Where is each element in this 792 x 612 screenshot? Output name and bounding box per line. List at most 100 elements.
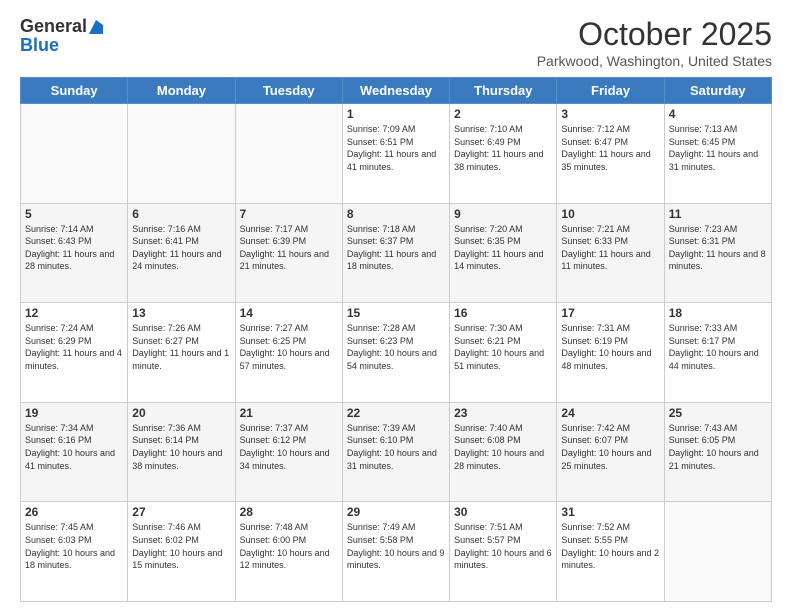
table-row: 15Sunrise: 7:28 AMSunset: 6:23 PMDayligh… bbox=[342, 303, 449, 403]
table-row bbox=[21, 104, 128, 204]
col-tuesday: Tuesday bbox=[235, 78, 342, 104]
day-info-line: Sunset: 6:08 PM bbox=[454, 434, 552, 447]
day-info: Sunrise: 7:12 AMSunset: 6:47 PMDaylight:… bbox=[561, 123, 659, 173]
day-number: 30 bbox=[454, 505, 552, 519]
day-number: 18 bbox=[669, 306, 767, 320]
day-number: 17 bbox=[561, 306, 659, 320]
day-info: Sunrise: 7:40 AMSunset: 6:08 PMDaylight:… bbox=[454, 422, 552, 472]
header-row: Sunday Monday Tuesday Wednesday Thursday… bbox=[21, 78, 772, 104]
day-info-line: Daylight: 10 hours and 41 minutes. bbox=[25, 447, 123, 472]
day-info: Sunrise: 7:09 AMSunset: 6:51 PMDaylight:… bbox=[347, 123, 445, 173]
day-info-line: Sunset: 6:33 PM bbox=[561, 235, 659, 248]
day-info-line: Sunrise: 7:34 AM bbox=[25, 422, 123, 435]
day-info-line: Sunrise: 7:26 AM bbox=[132, 322, 230, 335]
day-info-line: Daylight: 11 hours and 24 minutes. bbox=[132, 248, 230, 273]
day-info: Sunrise: 7:26 AMSunset: 6:27 PMDaylight:… bbox=[132, 322, 230, 372]
table-row: 3 Sunrise: 7:12 AMSunset: 6:47 PMDaylight… bbox=[557, 104, 664, 204]
day-info-line: Sunset: 6:00 PM bbox=[240, 534, 338, 547]
page: General Blue October 2025 Parkwood, Wash… bbox=[0, 0, 792, 612]
day-number: 20 bbox=[132, 406, 230, 420]
day-info: Sunrise: 7:42 AMSunset: 6:07 PMDaylight:… bbox=[561, 422, 659, 472]
day-info-line: Sunset: 6:12 PM bbox=[240, 434, 338, 447]
logo-general-text: General bbox=[20, 16, 87, 37]
day-info-line: Sunset: 6:39 PM bbox=[240, 235, 338, 248]
day-info-line: Sunset: 6:05 PM bbox=[669, 434, 767, 447]
day-info-line: Daylight: 10 hours and 31 minutes. bbox=[347, 447, 445, 472]
day-info: Sunrise: 7:37 AMSunset: 6:12 PMDaylight:… bbox=[240, 422, 338, 472]
calendar-week-1: 1 Sunrise: 7:09 AMSunset: 6:51 PMDaylight… bbox=[21, 104, 772, 204]
col-sunday: Sunday bbox=[21, 78, 128, 104]
day-number: 8 bbox=[347, 207, 445, 221]
table-row: 9Sunrise: 7:20 AMSunset: 6:35 PMDaylight… bbox=[450, 203, 557, 303]
day-info: Sunrise: 7:36 AMSunset: 6:14 PMDaylight:… bbox=[132, 422, 230, 472]
day-info-line: Sunrise: 7:24 AM bbox=[25, 322, 123, 335]
title-area: October 2025 Parkwood, Washington, Unite… bbox=[537, 16, 772, 69]
day-info: Sunrise: 7:39 AMSunset: 6:10 PMDaylight:… bbox=[347, 422, 445, 472]
day-info-line: Sunset: 6:03 PM bbox=[25, 534, 123, 547]
day-info: Sunrise: 7:21 AMSunset: 6:33 PMDaylight:… bbox=[561, 223, 659, 273]
calendar-week-5: 26Sunrise: 7:45 AMSunset: 6:03 PMDayligh… bbox=[21, 502, 772, 602]
day-info-line: Sunrise: 7:33 AM bbox=[669, 322, 767, 335]
day-number: 1 bbox=[347, 107, 445, 121]
day-info: Sunrise: 7:27 AMSunset: 6:25 PMDaylight:… bbox=[240, 322, 338, 372]
day-info-line: Sunrise: 7:51 AM bbox=[454, 521, 552, 534]
col-monday: Monday bbox=[128, 78, 235, 104]
day-info-line: Daylight: 11 hours and 35 minutes. bbox=[561, 148, 659, 173]
day-number: 11 bbox=[669, 207, 767, 221]
day-info: Sunrise: 7:23 AMSunset: 6:31 PMDaylight:… bbox=[669, 223, 767, 273]
day-info-line: Daylight: 10 hours and 18 minutes. bbox=[25, 547, 123, 572]
day-info-line: Daylight: 11 hours and 14 minutes. bbox=[454, 248, 552, 273]
day-info-line: Daylight: 10 hours and 38 minutes. bbox=[132, 447, 230, 472]
day-info-line: Sunset: 6:47 PM bbox=[561, 136, 659, 149]
day-number: 2 bbox=[454, 107, 552, 121]
day-info-line: Sunset: 6:41 PM bbox=[132, 235, 230, 248]
table-row bbox=[128, 104, 235, 204]
day-info-line: Sunrise: 7:49 AM bbox=[347, 521, 445, 534]
day-number: 12 bbox=[25, 306, 123, 320]
day-info-line: Daylight: 10 hours and 51 minutes. bbox=[454, 347, 552, 372]
table-row: 23Sunrise: 7:40 AMSunset: 6:08 PMDayligh… bbox=[450, 402, 557, 502]
day-info: Sunrise: 7:30 AMSunset: 6:21 PMDaylight:… bbox=[454, 322, 552, 372]
table-row: 26Sunrise: 7:45 AMSunset: 6:03 PMDayligh… bbox=[21, 502, 128, 602]
day-info: Sunrise: 7:52 AMSunset: 5:55 PMDaylight:… bbox=[561, 521, 659, 571]
day-info-line: Sunset: 6:02 PM bbox=[132, 534, 230, 547]
day-number: 13 bbox=[132, 306, 230, 320]
day-info-line: Sunset: 6:16 PM bbox=[25, 434, 123, 447]
day-info-line: Sunrise: 7:09 AM bbox=[347, 123, 445, 136]
day-info-line: Sunrise: 7:10 AM bbox=[454, 123, 552, 136]
day-info: Sunrise: 7:18 AMSunset: 6:37 PMDaylight:… bbox=[347, 223, 445, 273]
table-row: 25Sunrise: 7:43 AMSunset: 6:05 PMDayligh… bbox=[664, 402, 771, 502]
day-info-line: Sunset: 6:25 PM bbox=[240, 335, 338, 348]
table-row: 27Sunrise: 7:46 AMSunset: 6:02 PMDayligh… bbox=[128, 502, 235, 602]
header: General Blue October 2025 Parkwood, Wash… bbox=[20, 16, 772, 69]
calendar-table: Sunday Monday Tuesday Wednesday Thursday… bbox=[20, 77, 772, 602]
day-info-line: Daylight: 11 hours and 41 minutes. bbox=[347, 148, 445, 173]
table-row: 7Sunrise: 7:17 AMSunset: 6:39 PMDaylight… bbox=[235, 203, 342, 303]
day-info-line: Sunrise: 7:52 AM bbox=[561, 521, 659, 534]
day-number: 27 bbox=[132, 505, 230, 519]
table-row bbox=[664, 502, 771, 602]
day-info-line: Daylight: 10 hours and 44 minutes. bbox=[669, 347, 767, 372]
day-info-line: Sunrise: 7:23 AM bbox=[669, 223, 767, 236]
day-number: 16 bbox=[454, 306, 552, 320]
day-info: Sunrise: 7:16 AMSunset: 6:41 PMDaylight:… bbox=[132, 223, 230, 273]
table-row: 28Sunrise: 7:48 AMSunset: 6:00 PMDayligh… bbox=[235, 502, 342, 602]
day-info: Sunrise: 7:48 AMSunset: 6:00 PMDaylight:… bbox=[240, 521, 338, 571]
day-info-line: Daylight: 11 hours and 8 minutes. bbox=[669, 248, 767, 273]
day-info: Sunrise: 7:20 AMSunset: 6:35 PMDaylight:… bbox=[454, 223, 552, 273]
day-info-line: Sunset: 6:43 PM bbox=[25, 235, 123, 248]
table-row: 12Sunrise: 7:24 AMSunset: 6:29 PMDayligh… bbox=[21, 303, 128, 403]
day-info-line: Daylight: 11 hours and 38 minutes. bbox=[454, 148, 552, 173]
col-wednesday: Wednesday bbox=[342, 78, 449, 104]
day-info-line: Sunrise: 7:30 AM bbox=[454, 322, 552, 335]
table-row: 5Sunrise: 7:14 AMSunset: 6:43 PMDaylight… bbox=[21, 203, 128, 303]
day-number: 7 bbox=[240, 207, 338, 221]
day-number: 3 bbox=[561, 107, 659, 121]
day-info: Sunrise: 7:31 AMSunset: 6:19 PMDaylight:… bbox=[561, 322, 659, 372]
day-info: Sunrise: 7:10 AMSunset: 6:49 PMDaylight:… bbox=[454, 123, 552, 173]
logo-icon bbox=[89, 20, 103, 34]
day-info-line: Daylight: 10 hours and 15 minutes. bbox=[132, 547, 230, 572]
day-info-line: Sunset: 6:21 PM bbox=[454, 335, 552, 348]
table-row: 14Sunrise: 7:27 AMSunset: 6:25 PMDayligh… bbox=[235, 303, 342, 403]
day-info-line: Daylight: 10 hours and 21 minutes. bbox=[669, 447, 767, 472]
